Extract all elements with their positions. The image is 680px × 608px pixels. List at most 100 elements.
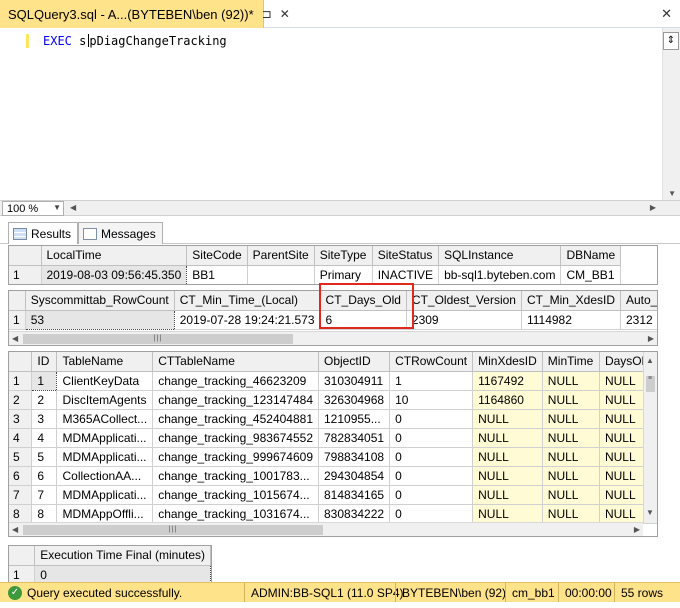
grid-cell[interactable]: NULL xyxy=(472,428,543,448)
grid-cell[interactable]: 1167492 xyxy=(472,371,543,391)
row-number[interactable]: 1 xyxy=(9,371,33,391)
column-header[interactable]: MinXdesID xyxy=(472,352,543,372)
table-row[interactable]: 3 3 M365ACollect... change_tracking_4524… xyxy=(9,409,657,429)
column-header[interactable]: SiteCode xyxy=(186,246,248,266)
pin-icon[interactable]: ⊐ xyxy=(262,7,272,21)
editor-horizontal-scrollbar[interactable]: ◀ ▶ xyxy=(66,201,660,215)
grid-cell[interactable]: 2309 xyxy=(406,310,522,330)
table-row[interactable]: 4 4 MDMApplicati... change_tracking_9836… xyxy=(9,428,657,448)
grid-cell[interactable]: 5 xyxy=(31,447,58,467)
grid-cell[interactable]: MDMApplicati... xyxy=(56,485,154,505)
chevron-down-icon[interactable]: ▼ xyxy=(53,203,61,212)
grid-cell[interactable]: NULL xyxy=(542,447,600,467)
grid-cell[interactable]: 2019-08-03 09:56:45.350 xyxy=(40,264,188,284)
grid-cell[interactable]: change_tracking_1001783... xyxy=(152,466,319,486)
grid-cell[interactable]: NULL xyxy=(472,504,543,524)
row-number[interactable]: 1 xyxy=(9,310,26,330)
grid-cell[interactable]: 8 xyxy=(31,504,58,524)
table-row[interactable]: 7 7 MDMApplicati... change_tracking_1015… xyxy=(9,485,657,505)
grid-cell[interactable]: 830834222 xyxy=(318,504,391,524)
grid-cell[interactable]: NULL xyxy=(542,428,600,448)
grid-cell[interactable]: 2019-07-28 19:24:21.573 xyxy=(174,310,321,330)
grid-cell[interactable]: NULL xyxy=(472,466,543,486)
grid-cell[interactable]: 0 xyxy=(389,447,474,467)
grid-cell[interactable]: NULL xyxy=(542,466,600,486)
row-number[interactable]: 1 xyxy=(9,265,42,284)
grid-cell[interactable]: NULL xyxy=(472,409,543,429)
grid-cell[interactable]: 1164860 xyxy=(472,390,543,410)
grid4-corner[interactable] xyxy=(9,546,36,566)
grid-cell[interactable]: 1 xyxy=(31,370,58,391)
grid-cell[interactable]: change_tracking_999674609 xyxy=(152,447,319,467)
grid-cell[interactable]: NULL xyxy=(542,390,600,410)
row-number[interactable]: 8 xyxy=(9,504,33,524)
grid-cell[interactable]: 6 xyxy=(31,466,58,486)
grid-cell[interactable]: 3 xyxy=(31,409,58,429)
column-header[interactable]: SiteStatus xyxy=(372,246,440,266)
grid-cell[interactable]: change_tracking_46623209 xyxy=(152,371,319,391)
column-header[interactable]: Execution Time Final (minutes) xyxy=(34,546,211,566)
grid-cell[interactable]: MDMAppOffli... xyxy=(56,504,154,524)
grid-cell[interactable]: 0 xyxy=(389,504,474,524)
grid-cell[interactable]: 310304911 xyxy=(318,371,391,391)
scroll-right-icon[interactable]: ▶ xyxy=(650,203,656,212)
row-number[interactable]: 3 xyxy=(9,409,33,429)
scroll-left-icon[interactable]: ◀ xyxy=(12,334,18,343)
scroll-down-icon[interactable]: ▼ xyxy=(646,508,654,517)
grid2-horizontal-scrollbar[interactable]: ◀ ||| ▶ xyxy=(9,331,657,345)
grid-cell[interactable]: 0 xyxy=(389,428,474,448)
grid-cell[interactable]: NULL xyxy=(542,504,600,524)
grid-cell[interactable]: MDMApplicati... xyxy=(56,447,154,467)
column-header[interactable]: ObjectID xyxy=(318,352,391,372)
grid-cell[interactable]: ClientKeyData xyxy=(56,371,154,391)
document-tab[interactable]: SQLQuery3.sql - A...(BYTEBEN\ben (92))* … xyxy=(0,0,290,28)
grid-cell[interactable]: 782834051 xyxy=(318,428,391,448)
zoom-select[interactable]: 100 % ▼ xyxy=(2,201,64,216)
column-header[interactable]: CTTableName xyxy=(152,352,319,372)
grid-cell[interactable]: MDMApplicati... xyxy=(56,428,154,448)
grid3-vertical-scrollbar[interactable]: ▲ ≡ ▼ xyxy=(643,352,657,523)
code-line[interactable]: EXEC s pDiagChangeTracking xyxy=(43,34,227,48)
grid-cell[interactable]: NULL xyxy=(542,371,600,391)
column-header[interactable]: LocalTime xyxy=(41,246,188,266)
scroll-right-icon[interactable]: ▶ xyxy=(648,334,654,343)
table-row[interactable]: 6 6 CollectionAA... change_tracking_1001… xyxy=(9,466,657,486)
grid-cell[interactable]: CollectionAA... xyxy=(56,466,154,486)
column-header[interactable]: CTRowCount xyxy=(389,352,474,372)
grid-cell[interactable]: NULL xyxy=(542,485,600,505)
grid-cell[interactable]: change_tracking_1015674... xyxy=(152,485,319,505)
grid-cell[interactable]: change_tracking_123147484 xyxy=(152,390,319,410)
result-grid-3[interactable]: ID TableName CTTableName ObjectID CTRowC… xyxy=(8,351,658,537)
grid-cell[interactable]: 0 xyxy=(389,466,474,486)
grid-cell[interactable]: M365ACollect... xyxy=(56,409,154,429)
grid-cell[interactable]: 326304968 xyxy=(318,390,391,410)
scroll-down-icon[interactable]: ▼ xyxy=(668,189,676,198)
scroll-left-icon[interactable]: ◀ xyxy=(70,203,76,212)
row-number[interactable]: 2 xyxy=(9,390,33,410)
column-header[interactable]: SQLInstance xyxy=(438,246,562,266)
grid-cell[interactable]: 1114982 xyxy=(521,310,622,330)
column-header[interactable]: CT_Min_Time_(Local) xyxy=(174,291,321,311)
grid-cell[interactable]: 0 xyxy=(389,485,474,505)
editor-vertical-scrollbar[interactable]: ⇕ ▼ xyxy=(662,28,680,200)
grid-cell[interactable]: NULL xyxy=(472,485,543,505)
column-header[interactable]: SiteType xyxy=(314,246,373,266)
grid-cell[interactable]: 7 xyxy=(31,485,58,505)
row-number[interactable]: 1 xyxy=(9,565,36,582)
grid1-corner[interactable] xyxy=(9,246,42,266)
table-row[interactable]: 5 5 MDMApplicati... change_tracking_9996… xyxy=(9,447,657,467)
row-number[interactable]: 7 xyxy=(9,485,33,505)
row-number[interactable]: 5 xyxy=(9,447,33,467)
grid-cell[interactable]: INACTIVE xyxy=(372,265,440,284)
grid-cell[interactable]: NULL xyxy=(542,409,600,429)
scroll-right-icon[interactable]: ▶ xyxy=(634,525,640,534)
grid-cell[interactable]: change_tracking_983674552 xyxy=(152,428,319,448)
split-icon[interactable]: ⇕ xyxy=(663,32,679,50)
grid-cell[interactable]: 814834165 xyxy=(318,485,391,505)
row-number[interactable]: 4 xyxy=(9,428,33,448)
tab-messages[interactable]: Messages xyxy=(78,222,163,244)
grid-cell[interactable]: change_tracking_1031674... xyxy=(152,504,319,524)
grid-cell[interactable]: 10 xyxy=(389,390,474,410)
column-header[interactable]: ParentSite xyxy=(247,246,315,266)
grid-cell[interactable]: 798834108 xyxy=(318,447,391,467)
